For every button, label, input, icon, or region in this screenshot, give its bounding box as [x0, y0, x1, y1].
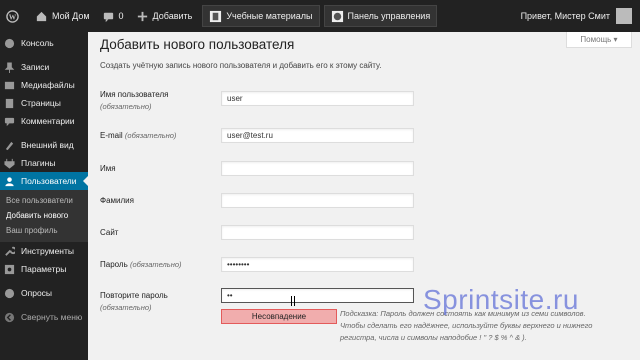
sidebar-item-appearance[interactable]: Внешний вид: [0, 136, 88, 154]
my-account-menu[interactable]: Привет, Мистер Смит: [521, 0, 632, 32]
sidebar-item-label: Инструменты: [21, 246, 75, 256]
sidebar-item-posts[interactable]: Записи: [0, 58, 88, 76]
text-cursor-icon: [291, 296, 295, 306]
username-label: Имя пользователя (обязательно): [100, 90, 169, 111]
comments-icon: [4, 117, 15, 126]
sidebar-item-users[interactable]: Пользователи: [0, 172, 88, 190]
add-new-label: Добавить: [152, 11, 193, 21]
email-label: E-mail (обязательно): [100, 131, 177, 140]
gauge-icon: [331, 10, 343, 22]
control-panel-label: Панель управления: [347, 11, 431, 21]
sidebar-item-pages[interactable]: Страницы: [0, 94, 88, 112]
collapse-icon: [4, 312, 15, 322]
users-submenu: Все пользователи Добавить нового Ваш про…: [0, 190, 88, 242]
collapse-menu-button[interactable]: Свернуть меню: [0, 308, 88, 326]
required-note: (обязательно): [124, 131, 177, 140]
sidebar-item-label: Опросы: [21, 288, 53, 298]
sidebar-item-label: Комментарии: [21, 116, 75, 126]
watermark: Sprintsite.ru: [423, 284, 579, 315]
submenu-add-new[interactable]: Добавить нового: [0, 208, 88, 223]
admin-bar: W Мой Дом 0 Добавить Учебные материалы П…: [0, 0, 640, 32]
password-strength-indicator: Несовпадение: [221, 309, 337, 324]
book-icon: [210, 10, 222, 22]
sidebar-item-dashboard[interactable]: Консоль: [0, 34, 88, 52]
password-label: Пароль (обязательно): [100, 260, 182, 269]
sidebar-item-media[interactable]: Медиафайлы: [0, 76, 88, 94]
help-button[interactable]: Помощь ▾: [566, 32, 632, 48]
comment-bubble-icon: [103, 12, 113, 22]
sidebar-item-comments[interactable]: Комментарии: [0, 112, 88, 130]
greeting: Привет, Мистер Смит: [520, 11, 610, 21]
settings-icon: [4, 264, 15, 274]
page-description: Создать учётную запись нового пользовате…: [100, 61, 382, 70]
username-field[interactable]: user: [221, 91, 414, 106]
admin-sidebar: Консоль Записи Медиафайлы Страницы Комме…: [0, 32, 88, 360]
comments-link[interactable]: 0: [96, 0, 130, 32]
submenu-your-profile[interactable]: Ваш профиль: [0, 223, 88, 238]
repeat-password-label: Повторите пароль (обязательно): [100, 291, 168, 312]
sidebar-item-label: Страницы: [21, 98, 61, 108]
sidebar-item-label: Свернуть меню: [21, 312, 83, 322]
last-name-label: Фамилия: [100, 196, 134, 205]
password-field[interactable]: ••••••••: [221, 257, 414, 272]
learning-materials-link[interactable]: Учебные материалы: [202, 5, 320, 27]
sidebar-item-label: Пользователи: [21, 176, 77, 186]
main-content: Помощь ▾ Добавить нового пользователя Со…: [88, 32, 640, 360]
tools-icon: [5, 246, 15, 256]
wordpress-logo-button[interactable]: W: [0, 0, 29, 32]
site-name: Мой Дом: [52, 11, 90, 21]
sidebar-item-label: Медиафайлы: [21, 80, 75, 90]
pages-icon: [5, 98, 14, 108]
appearance-icon: [5, 141, 14, 150]
svg-text:W: W: [9, 12, 17, 21]
sidebar-item-label: Записи: [21, 62, 50, 72]
repeat-password-field[interactable]: ••: [221, 288, 414, 303]
page-title: Добавить нового пользователя: [100, 37, 295, 52]
required-note: (обязательно): [130, 260, 182, 269]
control-panel-link[interactable]: Панель управления: [323, 5, 438, 27]
site-name-link[interactable]: Мой Дом: [29, 0, 96, 32]
home-icon: [36, 11, 47, 21]
users-icon: [5, 176, 14, 186]
sidebar-item-plugins[interactable]: Плагины: [0, 154, 88, 172]
wordpress-icon: W: [6, 9, 19, 23]
sidebar-item-label: Внешний вид: [21, 140, 74, 150]
polls-icon: [4, 288, 15, 298]
pin-icon: [4, 61, 15, 73]
avatar: [616, 8, 632, 24]
comments-count: 0: [118, 11, 124, 21]
first-name-field[interactable]: [221, 161, 414, 176]
email-field[interactable]: user@test.ru: [221, 128, 414, 143]
sidebar-item-label: Плагины: [21, 158, 56, 168]
first-name-label: Имя: [100, 164, 116, 173]
submenu-all-users[interactable]: Все пользователи: [0, 193, 88, 208]
required-note: (обязательно): [100, 303, 152, 312]
add-new-link[interactable]: Добавить: [130, 0, 199, 32]
plus-icon: [137, 11, 147, 21]
sidebar-item-polls[interactable]: Опросы: [0, 284, 88, 302]
last-name-field[interactable]: [221, 193, 414, 208]
website-field[interactable]: [221, 225, 414, 240]
sidebar-item-label: Параметры: [21, 264, 67, 274]
plugins-icon: [4, 158, 15, 169]
website-label: Сайт: [100, 228, 119, 237]
required-note: (обязательно): [100, 102, 152, 111]
sidebar-item-label: Консоль: [21, 38, 54, 48]
learning-materials-label: Учебные материалы: [226, 11, 313, 21]
media-icon: [4, 81, 15, 89]
sidebar-item-settings[interactable]: Параметры: [0, 260, 88, 278]
dashboard-icon: [4, 38, 15, 48]
sidebar-item-tools[interactable]: Инструменты: [0, 242, 88, 260]
